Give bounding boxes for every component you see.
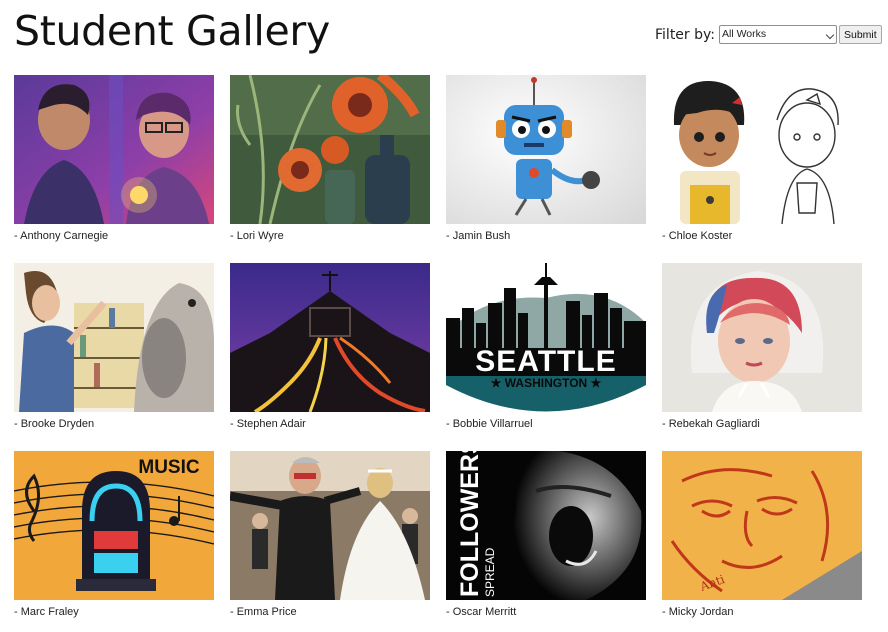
followers-spread-art: FOLLOWERS SPREAD	[446, 451, 646, 600]
submit-button[interactable]: Submit	[839, 25, 882, 44]
artist-caption: - Jamin Bush	[446, 230, 511, 242]
artwork-image[interactable]: SEATTLE ★ WASHINGTON ★	[446, 263, 646, 412]
artist-caption: - Marc Fraley	[14, 606, 79, 618]
blue-robot-art	[446, 75, 646, 224]
artwork-image[interactable]: Anti	[662, 451, 862, 600]
wedding-dance-art	[230, 451, 430, 600]
seattle-text: SEATTLE	[475, 345, 616, 378]
seattle-washington-logo-art: SEATTLE ★ WASHINGTON ★	[446, 263, 646, 412]
artwork-image[interactable]	[230, 75, 430, 224]
page-title: Student Gallery	[14, 7, 330, 55]
artist-caption: - Rebekah Gagliardi	[662, 418, 760, 430]
artist-caption: - Oscar Merritt	[446, 606, 517, 618]
artist-caption: - Anthony Carnegie	[14, 230, 109, 242]
poppies-and-bottles-art	[230, 75, 430, 224]
artwork-image[interactable]: MUSIC	[14, 451, 214, 600]
artist-caption: - Emma Price	[230, 606, 297, 618]
artist-caption: - Bobbie Villarruel	[446, 418, 533, 430]
artwork-image[interactable]	[14, 75, 214, 224]
artwork-image[interactable]	[662, 75, 862, 224]
light-trails-hoop-art	[230, 263, 430, 412]
artist-caption: - Chloe Koster	[662, 230, 733, 242]
artist-caption: - Micky Jordan	[662, 606, 734, 618]
filter-bar: Filter by: All Works Submit	[655, 24, 882, 45]
artwork-image[interactable]: FOLLOWERS SPREAD	[446, 451, 646, 600]
followers-text: FOLLOWERS	[456, 451, 484, 597]
cartoon-girl-sketches-art	[662, 75, 862, 224]
artwork-image[interactable]	[230, 263, 430, 412]
artist-caption: - Lori Wyre	[230, 230, 284, 242]
spread-text: SPREAD	[483, 547, 497, 597]
orange-face-print-art: Anti	[662, 451, 862, 600]
washington-text: ★ WASHINGTON ★	[491, 376, 602, 390]
filter-select-value: All Works	[722, 28, 767, 40]
artwork-image[interactable]	[14, 263, 214, 412]
music-text: MUSIC	[138, 457, 200, 478]
music-jukebox-art: MUSIC	[14, 451, 214, 600]
filter-select[interactable]: All Works	[719, 25, 837, 44]
colorful-hair-portrait-art	[662, 263, 862, 412]
artist-caption: - Brooke Dryden	[14, 418, 95, 430]
filter-label: Filter by:	[655, 26, 715, 43]
artwork-image[interactable]	[446, 75, 646, 224]
artwork-image[interactable]	[662, 263, 862, 412]
girl-and-rabbit-art	[14, 263, 214, 412]
artwork-image[interactable]	[230, 451, 430, 600]
chevron-down-icon	[825, 30, 835, 40]
two-portraits-neon-art	[14, 75, 214, 224]
artist-caption: - Stephen Adair	[230, 418, 306, 430]
